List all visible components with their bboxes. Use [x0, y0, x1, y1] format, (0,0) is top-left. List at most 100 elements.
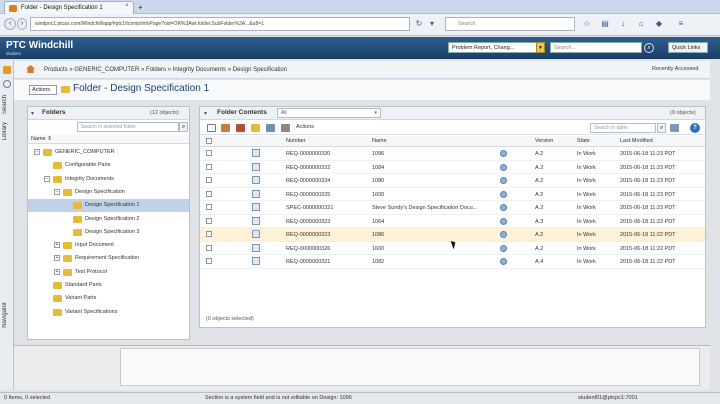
actions-button[interactable]: Actions: [29, 85, 57, 95]
star-icon[interactable]: ☆: [582, 19, 592, 29]
back-icon[interactable]: ‹: [4, 18, 16, 30]
browser-search-input[interactable]: Search: [445, 17, 575, 31]
download-icon[interactable]: ↓: [618, 19, 628, 29]
cell-number[interactable]: SPEC-0000000321: [286, 205, 333, 211]
collapse-icon[interactable]: −: [44, 175, 50, 182]
reload-icon[interactable]: ↻: [414, 19, 424, 29]
table-row[interactable]: REQ-0000000325 1600 A.2 In Work 2015-06-18 1…: [200, 188, 705, 201]
folder-search-input[interactable]: Search in selected folder: [77, 122, 179, 132]
new-part-icon[interactable]: [221, 124, 230, 132]
cut-icon[interactable]: [266, 124, 275, 132]
tree-item[interactable]: Configurable Parts: [28, 159, 189, 172]
paste-icon[interactable]: [281, 124, 290, 132]
collapse-icon[interactable]: −: [54, 188, 60, 195]
table-row[interactable]: REQ-0000000324 1080 A.2 In Work 2015-06-18 1…: [200, 174, 705, 188]
table-row[interactable]: SPEC-0000000321 Steve Sundy's Design Spec…: [200, 201, 705, 215]
collapse-icon[interactable]: ▾: [31, 110, 34, 117]
quick-links-menu[interactable]: Quick Links: [668, 42, 708, 53]
help-icon[interactable]: ?: [690, 123, 700, 133]
tree-item[interactable]: Standard Parts: [28, 279, 189, 292]
rail-search-label[interactable]: Search: [2, 95, 8, 114]
cell-number[interactable]: REQ-0000000323: [286, 232, 330, 238]
cell-number[interactable]: REQ-0000000326: [286, 246, 330, 252]
tree-item[interactable]: − Design Specification: [28, 186, 189, 199]
cell-name[interactable]: 1080: [372, 178, 384, 184]
collapse-icon[interactable]: ▾: [204, 110, 207, 117]
column-state[interactable]: State: [577, 138, 590, 144]
tree-item[interactable]: Design Specification 1: [28, 199, 189, 213]
table-search-input[interactable]: Search in table: [590, 123, 656, 133]
table-row[interactable]: REQ-0000000323 1064 A.3 In Work 2015-06-18 1…: [200, 215, 705, 228]
row-checkbox[interactable]: [206, 217, 212, 224]
tree-item[interactable]: + Requirement Specification: [28, 252, 189, 265]
row-checkbox[interactable]: [206, 231, 212, 237]
row-checkbox[interactable]: [206, 150, 212, 156]
row-checkbox[interactable]: [206, 204, 212, 210]
row-checkbox[interactable]: [206, 177, 212, 183]
windchill-logo[interactable]: PTC Windchill: [6, 40, 73, 51]
select-all-checkbox[interactable]: [206, 138, 212, 144]
tree-item[interactable]: + Input Document: [28, 239, 189, 252]
search-icon[interactable]: ⌕: [179, 122, 188, 132]
forward-icon[interactable]: ›: [17, 18, 27, 30]
breadcrumb[interactable]: Products » GENERIC_COMPUTER » Folders » …: [44, 67, 287, 73]
new-document-icon[interactable]: [207, 124, 216, 132]
cell-name[interactable]: 1082: [372, 259, 384, 265]
row-checkbox[interactable]: [206, 258, 212, 264]
info-icon[interactable]: [500, 150, 507, 157]
recently-accessed-menu[interactable]: Recently Accessed: [652, 66, 698, 72]
expand-icon[interactable]: +: [54, 268, 60, 275]
tree-item[interactable]: − GENERIC_COMPUTER: [28, 146, 189, 159]
cell-name[interactable]: 1600: [372, 192, 384, 198]
column-name[interactable]: Name: [372, 138, 387, 144]
tree-item[interactable]: Variant Parts: [28, 292, 189, 305]
dropdown-icon[interactable]: ▾: [427, 19, 437, 29]
menu-icon[interactable]: ≡: [676, 19, 686, 29]
tree-item[interactable]: − Integrity Documents: [28, 173, 189, 186]
new-tab-icon[interactable]: +: [138, 3, 143, 12]
row-checkbox[interactable]: [206, 190, 212, 197]
info-icon[interactable]: [500, 258, 507, 265]
table-row[interactable]: REQ-0000000321 1082 A.4 In Work 2015-06-18 1…: [200, 255, 705, 269]
row-checkbox[interactable]: [206, 244, 212, 251]
table-view-icon[interactable]: [670, 124, 679, 132]
column-last-modified[interactable]: Last Modified: [620, 138, 653, 144]
url-bar[interactable]: windpnc1.ptcas.com/Windchill/app/#ptc1/t…: [30, 17, 410, 31]
column-number[interactable]: Number: [286, 138, 306, 144]
navigator-toggle-icon[interactable]: [3, 66, 11, 74]
home-icon[interactable]: ⌂: [636, 19, 646, 29]
info-icon[interactable]: [500, 231, 507, 238]
chevron-down-icon[interactable]: ▼: [536, 42, 545, 53]
clipboard-icon[interactable]: ▤: [600, 19, 610, 29]
search-icon[interactable]: ⌕: [657, 123, 666, 133]
browser-tab[interactable]: Folder - Design Specification 1: [4, 1, 134, 14]
table-row[interactable]: REQ-0000000320 1096 A.2 In Work 2015-06-18 1…: [200, 147, 705, 161]
view-select[interactable]: All ▾: [277, 108, 381, 118]
column-version[interactable]: Version: [535, 138, 553, 144]
new-folder-icon[interactable]: [251, 124, 260, 132]
cell-number[interactable]: REQ-0000000324: [286, 178, 330, 184]
cell-number[interactable]: REQ-0000000323: [286, 219, 330, 225]
cell-number[interactable]: REQ-0000000325: [286, 192, 330, 198]
cell-number[interactable]: REQ-0000000321: [286, 259, 330, 265]
cell-number[interactable]: REQ-0000000320: [286, 151, 330, 157]
cell-name[interactable]: 1084: [372, 165, 384, 171]
tree-item[interactable]: + Test Protocol: [28, 266, 189, 279]
rail-library-label[interactable]: Library: [2, 122, 8, 140]
info-icon[interactable]: [500, 217, 507, 225]
info-icon[interactable]: [500, 204, 507, 211]
search-panel-icon[interactable]: [3, 80, 11, 88]
search-type-select[interactable]: Problem Report, Chang...: [448, 42, 544, 53]
shield-icon[interactable]: ◆: [654, 19, 664, 29]
expand-icon[interactable]: +: [54, 242, 60, 249]
tree-item[interactable]: Design Specification 3: [28, 226, 189, 239]
table-actions-menu[interactable]: Actions: [296, 124, 314, 130]
info-icon[interactable]: [500, 190, 507, 198]
search-icon[interactable]: ⌕: [644, 43, 654, 53]
info-icon[interactable]: [500, 163, 507, 171]
info-icon[interactable]: [500, 244, 507, 252]
info-icon[interactable]: [500, 177, 507, 184]
tree-column-header[interactable]: Name ⇕: [28, 135, 189, 144]
tree-item[interactable]: Design Specification 2: [28, 213, 189, 226]
rail-navigator-label[interactable]: Navigator: [2, 302, 8, 328]
